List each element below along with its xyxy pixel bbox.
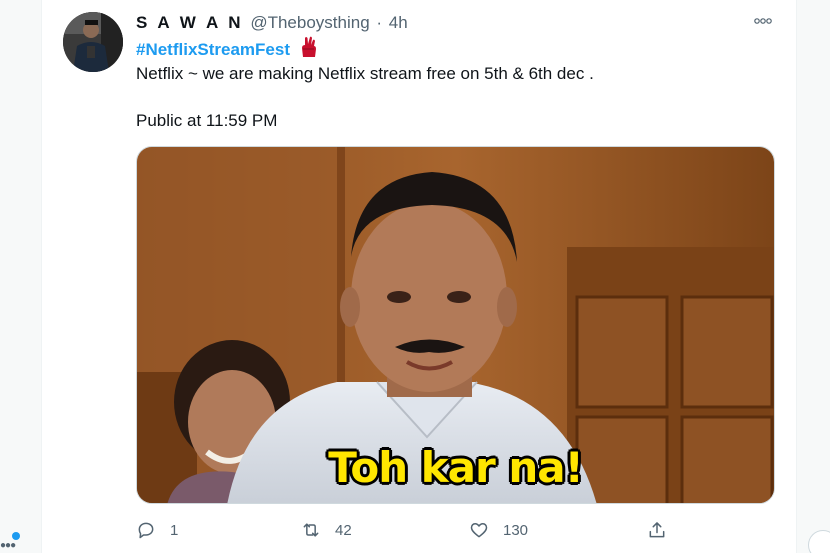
retweet-count: 42 [335,521,352,539]
more-options-icon[interactable]: ●●● [0,540,16,551]
timestamp[interactable]: 4h [389,13,408,32]
right-sidebar-edge [796,0,830,553]
reply-count: 1 [170,521,179,539]
tweet-media-image[interactable]: Toh kar na! [136,146,775,504]
hashtag-line: #NetflixStreamFest [136,36,320,60]
like-count: 130 [503,521,529,539]
tweet-header: S A W A N @Theboysthing · 4h [136,12,408,34]
more-horizontal-icon[interactable] [750,12,776,32]
tweet-actions: 1 42 130 [136,516,696,544]
meme-caption: Toh kar na! [328,443,583,492]
left-sidebar-edge: ●●● [0,0,42,553]
separator: · [376,13,383,32]
hashtag-link[interactable]: #NetflixStreamFest [136,40,290,59]
user-handle[interactable]: @Theboysthing [250,13,369,32]
retweet-icon [303,523,319,537]
reply-button[interactable]: 1 [136,516,178,544]
heart-icon [470,523,488,538]
like-button[interactable]: 130 [469,516,528,544]
tweet-card[interactable]: S A W A N @Theboysthing · 4h #NetflixStr… [43,0,795,553]
victory-hand-emoji-icon [298,36,320,65]
display-name[interactable]: S A W A N [136,13,244,32]
tweet-text: Netflix ~ we are making Netflix stream f… [136,64,594,83]
share-icon [649,522,665,538]
share-button[interactable] [647,516,667,544]
reply-icon [138,522,154,539]
avatar[interactable] [63,12,123,72]
notification-dot [12,532,20,540]
tweet-text-public: Public at 11:59 PM [136,111,278,130]
retweet-button[interactable]: 42 [301,516,352,544]
